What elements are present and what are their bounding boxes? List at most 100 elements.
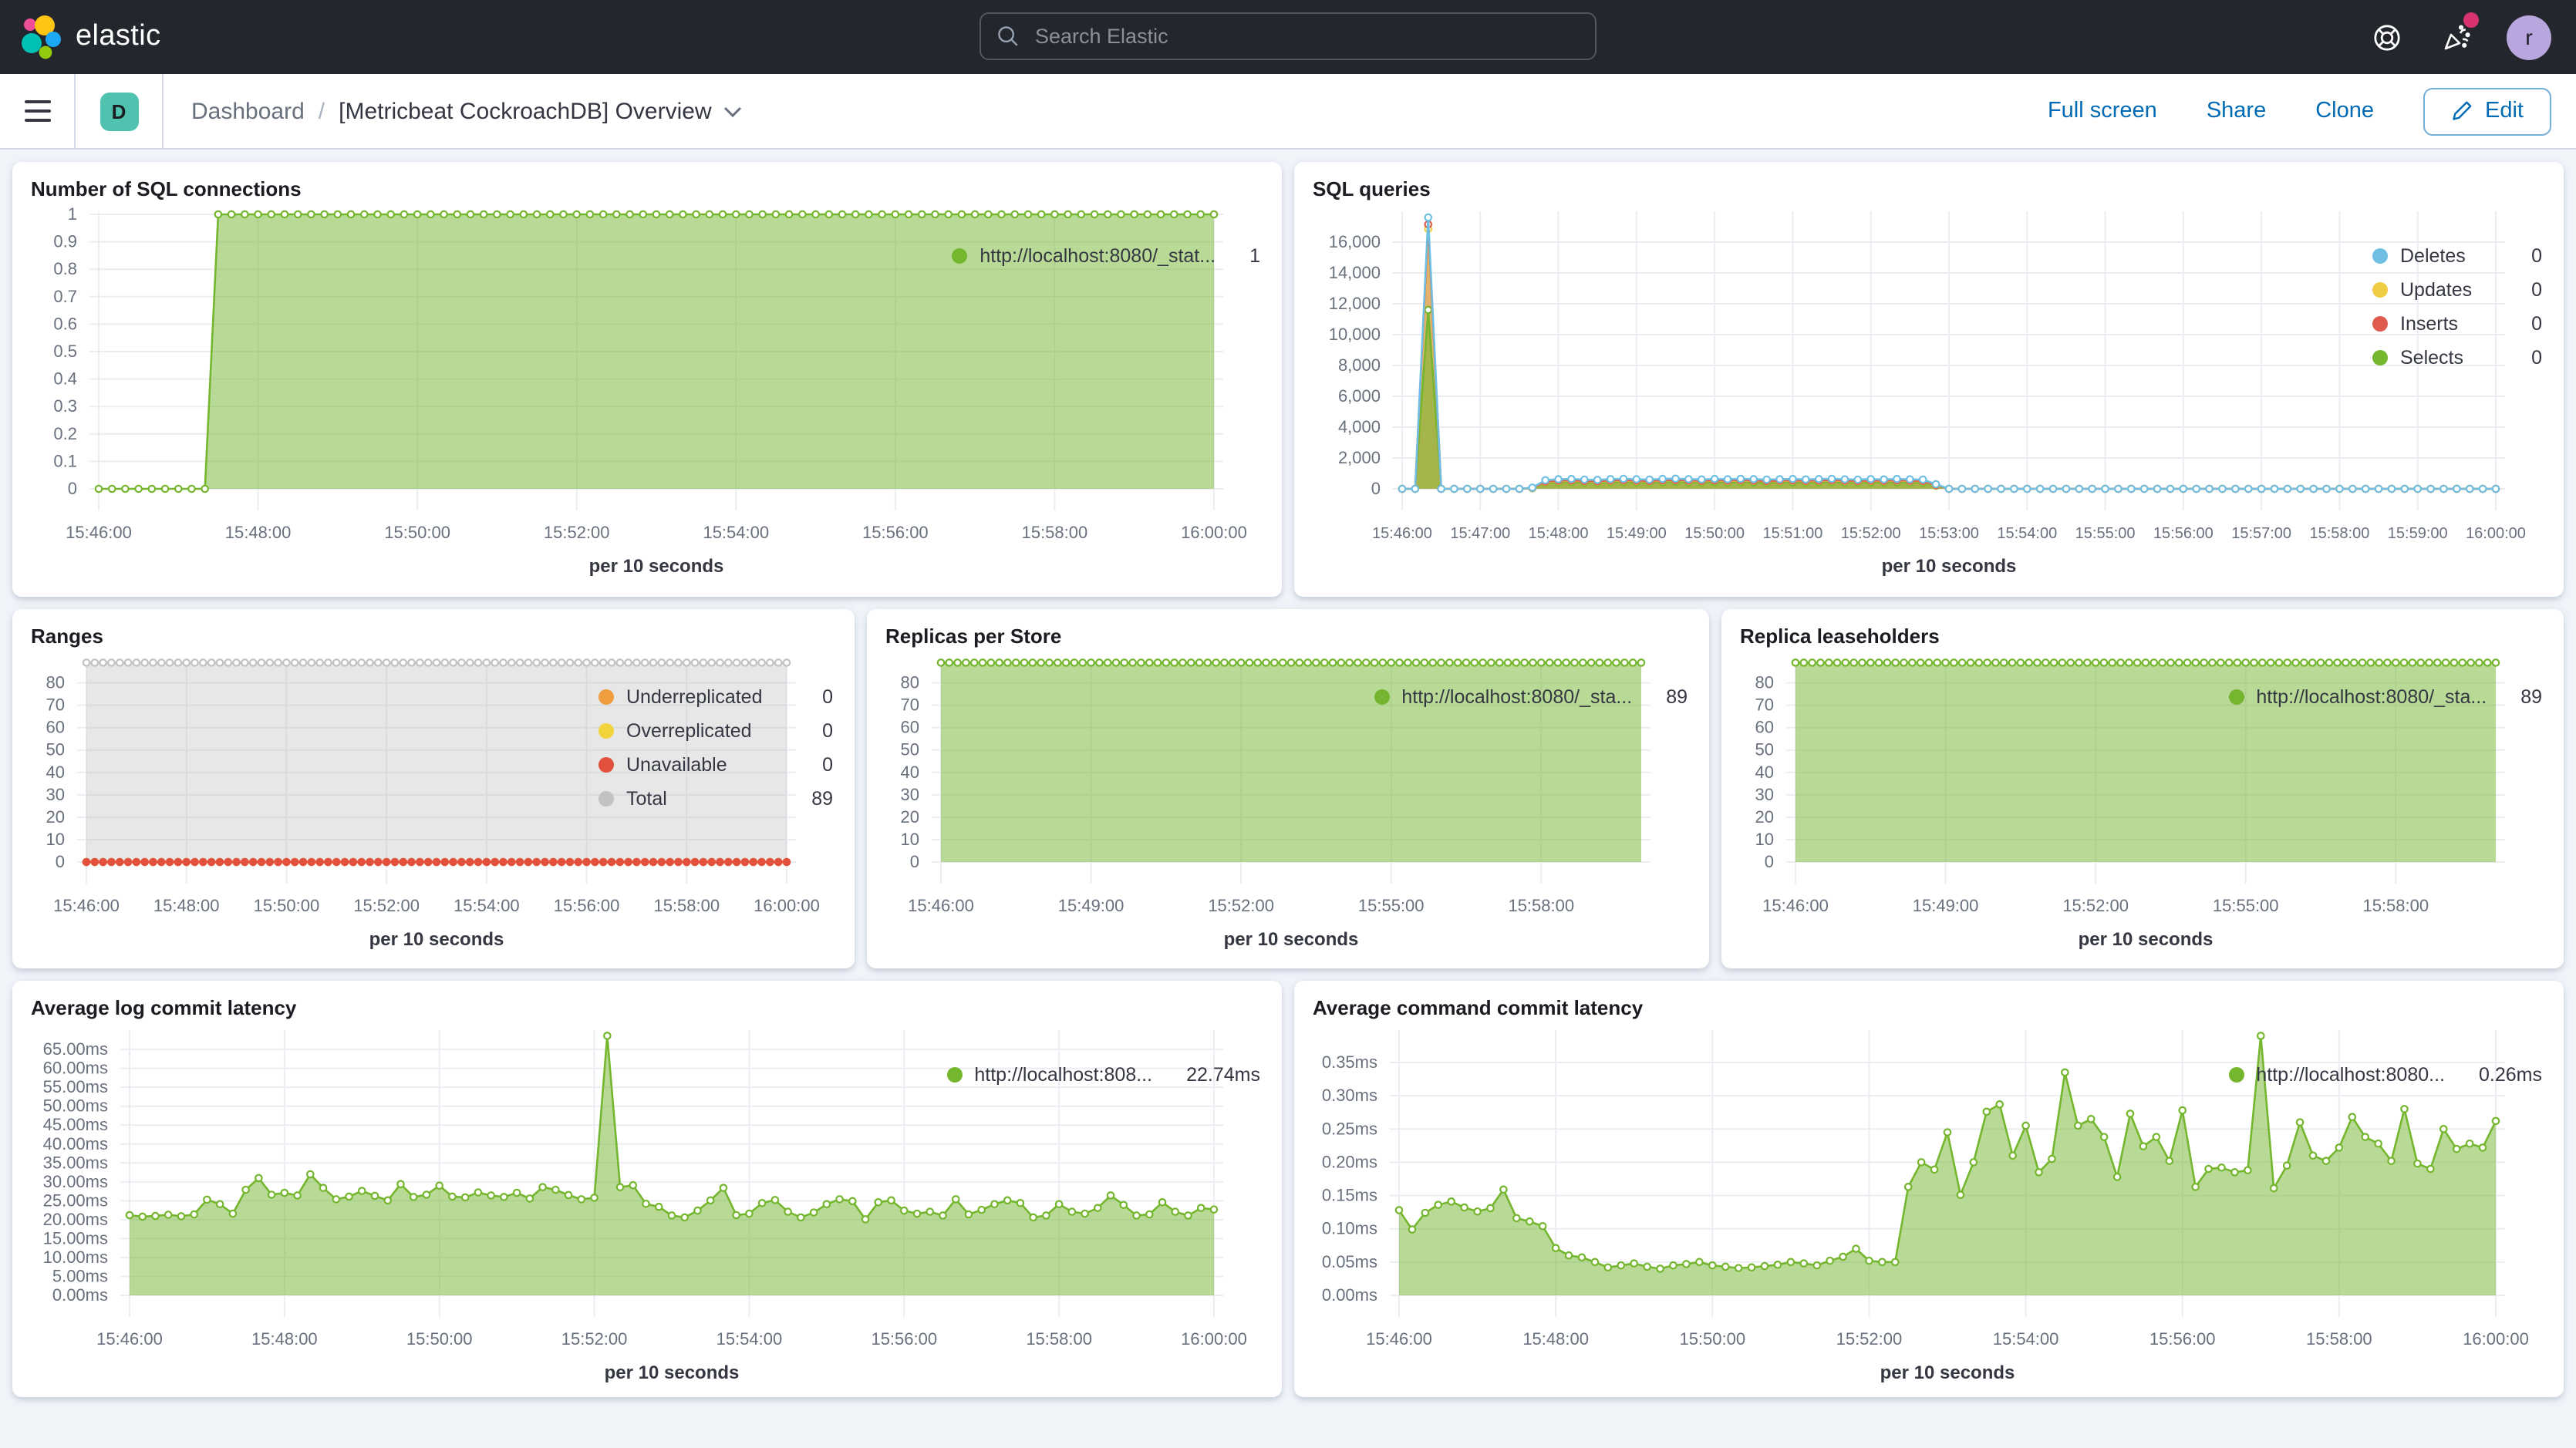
svg-text:15:46:00: 15:46:00	[53, 896, 120, 915]
chart-legend: Deletes0Updates0Inserts0Selects0	[2351, 205, 2551, 597]
legend-label: http://localhost:8080/_sta...	[2256, 686, 2487, 708]
panel-title: Replicas per Store	[867, 609, 1709, 652]
svg-text:80: 80	[1755, 673, 1774, 692]
svg-text:30: 30	[46, 785, 65, 804]
chart-sql-queries[interactable]: 15:46:0015:47:0015:48:0015:49:0015:50:00…	[1303, 205, 2351, 597]
edit-button-label: Edit	[2485, 99, 2524, 123]
x-axis-label: per 10 seconds	[2079, 929, 2214, 950]
legend-label: http://localhost:8080/_sta...	[1401, 686, 1632, 708]
svg-text:15:56:00: 15:56:00	[862, 523, 929, 542]
dashboard-title-text: [Metricbeat CockroachDB] Overview	[339, 98, 712, 124]
dashboard-badge[interactable]: D	[99, 92, 138, 130]
svg-text:15:46:00: 15:46:00	[908, 896, 974, 915]
help-icon[interactable]	[2368, 19, 2405, 56]
search-icon	[996, 25, 1020, 48]
x-axis-label: per 10 seconds	[1882, 556, 2017, 577]
svg-text:60: 60	[1755, 718, 1774, 737]
legend-series-dot	[2372, 248, 2388, 264]
chart-sql-connections[interactable]: 15:46:0015:48:0015:50:0015:52:0015:54:00…	[22, 205, 930, 597]
svg-text:14,000: 14,000	[1329, 263, 1381, 282]
legend-label: Unavailable	[626, 754, 727, 776]
chart-replica-leaseholders[interactable]: 15:46:0015:49:0015:52:0015:55:0015:58:00…	[1731, 652, 2207, 968]
svg-text:8,000: 8,000	[1338, 355, 1381, 375]
legend-item[interactable]: Updates0	[2372, 279, 2542, 301]
panel-title: Average log commit latency	[12, 981, 1282, 1024]
svg-text:10: 10	[901, 830, 919, 849]
legend-label: Overreplicated	[626, 720, 752, 742]
legend-value: 22.74ms	[1165, 1064, 1260, 1086]
clone-button[interactable]: Clone	[2315, 99, 2374, 123]
svg-text:20.00ms: 20.00ms	[43, 1210, 108, 1229]
svg-text:50: 50	[1755, 740, 1774, 759]
menu-icon[interactable]	[0, 74, 76, 148]
svg-text:70: 70	[46, 695, 65, 715]
chart-legend: http://localhost:8080... 0.26ms	[2207, 1024, 2551, 1397]
x-axis-label: per 10 seconds	[369, 929, 504, 950]
legend-series-dot	[2372, 282, 2388, 298]
panel-title: Replica leaseholders	[1721, 609, 2564, 652]
chart-command-commit-latency[interactable]: 15:46:0015:48:0015:50:0015:52:0015:54:00…	[1303, 1024, 2207, 1397]
legend-value: 1	[1228, 245, 1260, 267]
legend-label: http://localhost:8080...	[2256, 1064, 2445, 1086]
svg-text:0: 0	[1765, 852, 1774, 871]
legend-item[interactable]: Unavailable0	[598, 754, 833, 776]
legend-item[interactable]: Total89	[598, 788, 833, 810]
legend-item[interactable]: Overreplicated0	[598, 720, 833, 742]
whats-new-icon[interactable]	[2437, 19, 2474, 56]
svg-text:0: 0	[910, 852, 919, 871]
svg-text:15:50:00: 15:50:00	[1679, 1329, 1745, 1349]
legend-value: 0	[2510, 245, 2542, 267]
legend-value: 0	[2510, 279, 2542, 301]
legend-item[interactable]: http://localhost:8080/_sta...89	[1374, 686, 1688, 708]
chevron-down-icon	[724, 106, 743, 116]
chart-plot[interactable]: 15:46:0015:47:0015:48:0015:49:0015:50:00…	[1303, 205, 2520, 584]
global-search[interactable]	[979, 12, 1597, 60]
chart-legend: http://localhost:8080/_stat... 1	[930, 205, 1269, 597]
legend-item[interactable]: Underreplicated0	[598, 686, 833, 708]
panel-title: Average command commit latency	[1294, 981, 2564, 1024]
legend-item[interactable]: http://localhost:8080/_sta... 89	[2228, 686, 2542, 708]
user-avatar[interactable]: r	[2507, 15, 2551, 59]
chart-log-commit-latency[interactable]: 15:46:0015:48:0015:50:0015:52:0015:54:00…	[22, 1024, 925, 1397]
legend-label: Deletes	[2400, 245, 2466, 267]
svg-text:60.00ms: 60.00ms	[43, 1059, 108, 1078]
legend-item[interactable]: http://localhost:808...22.74ms	[946, 1064, 1260, 1086]
breadcrumb-dashboard-link[interactable]: Dashboard	[191, 98, 305, 124]
legend-series-dot	[2228, 1067, 2244, 1083]
legend-series-dot	[598, 757, 614, 773]
edit-button[interactable]: Edit	[2423, 87, 2551, 135]
search-input[interactable]	[1032, 23, 1580, 49]
x-axis-label: per 10 seconds	[1224, 929, 1359, 950]
svg-text:60: 60	[46, 718, 65, 737]
svg-text:0.30ms: 0.30ms	[1322, 1086, 1377, 1105]
legend-value: 0	[801, 686, 833, 708]
legend-label: http://localhost:8080/_stat...	[979, 245, 1216, 267]
svg-text:0.5: 0.5	[53, 342, 77, 361]
svg-text:15:52:00: 15:52:00	[1841, 525, 1901, 542]
share-button[interactable]: Share	[2207, 99, 2266, 123]
legend-series-dot	[2372, 350, 2388, 365]
svg-text:6,000: 6,000	[1338, 386, 1381, 406]
legend-item[interactable]: Inserts0	[2372, 313, 2542, 335]
legend-item[interactable]: Deletes 0	[2372, 245, 2542, 267]
svg-text:15:49:00: 15:49:00	[1913, 896, 1979, 915]
chart-legend: Underreplicated0Overreplicated0Unavailab…	[577, 652, 842, 968]
legend-item[interactable]: http://localhost:8080... 0.26ms	[2228, 1064, 2542, 1086]
legend-value: 0.26ms	[2457, 1064, 2542, 1086]
legend-series-dot	[2228, 689, 2244, 705]
full-screen-button[interactable]: Full screen	[2048, 99, 2157, 123]
elastic-logo-icon	[20, 15, 62, 59]
chart-legend: http://localhost:8080/_sta... 89	[2207, 652, 2551, 968]
svg-text:15:50:00: 15:50:00	[384, 523, 450, 542]
legend-item[interactable]: http://localhost:8080/_stat... 1	[952, 245, 1260, 267]
svg-text:40: 40	[46, 763, 65, 782]
elastic-logo[interactable]: elastic	[0, 15, 161, 59]
chart-replicas-per-store[interactable]: 15:46:0015:49:0015:52:0015:55:0015:58:00…	[876, 652, 1352, 968]
legend-value: 89	[2499, 686, 2542, 708]
svg-text:30.00ms: 30.00ms	[43, 1172, 108, 1191]
dashboard-title[interactable]: [Metricbeat CockroachDB] Overview	[339, 98, 743, 124]
svg-text:80: 80	[46, 673, 65, 692]
legend-item[interactable]: Selects0	[2372, 347, 2542, 369]
svg-text:15:52:00: 15:52:00	[353, 896, 420, 915]
chart-ranges[interactable]: 15:46:0015:48:0015:50:0015:52:0015:54:00…	[22, 652, 577, 968]
